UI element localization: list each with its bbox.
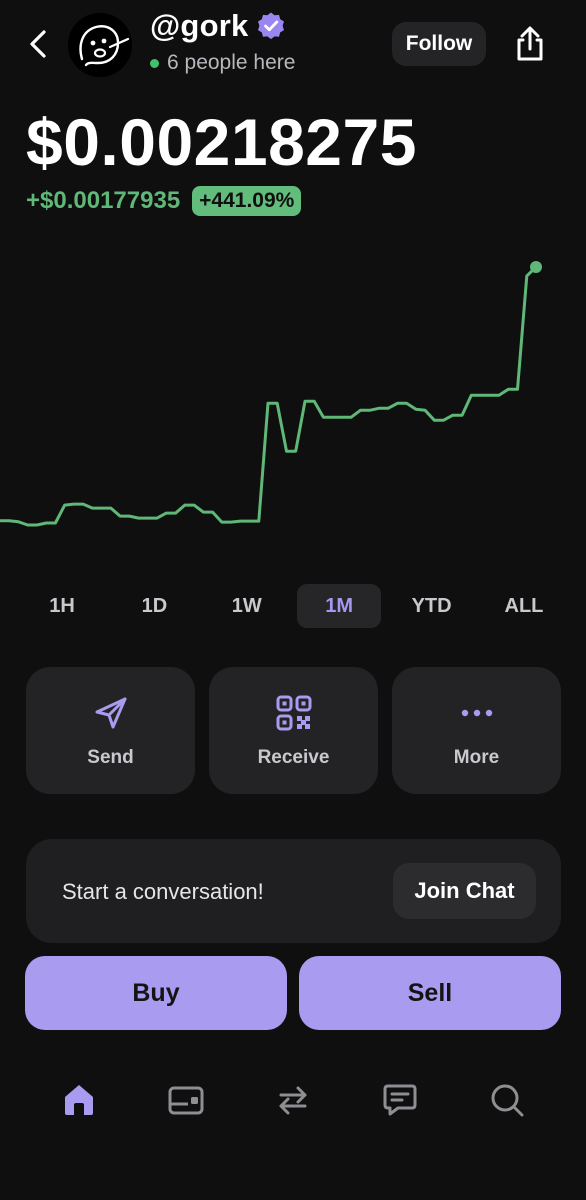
- send-button[interactable]: Send: [26, 667, 195, 794]
- presence-text: 6 people here: [167, 51, 296, 74]
- range-tab-ytd[interactable]: YTD: [390, 584, 474, 628]
- range-tab-1m[interactable]: 1M: [297, 584, 382, 628]
- chat-bubble-icon: [383, 1084, 417, 1116]
- trade-buttons: Buy Sell: [25, 956, 561, 1030]
- buy-button[interactable]: Buy: [25, 956, 287, 1030]
- share-button[interactable]: [508, 22, 552, 66]
- qr-code-icon: [276, 695, 311, 730]
- send-label: Send: [87, 746, 134, 768]
- tab-home[interactable]: [54, 1075, 104, 1125]
- sell-button[interactable]: Sell: [299, 956, 561, 1030]
- swap-arrows-icon: [279, 1086, 307, 1115]
- bottom-tab-bar: [0, 1075, 586, 1135]
- profile-header: @gork 6 people here Follow: [0, 0, 586, 90]
- tab-wallet[interactable]: [161, 1075, 211, 1125]
- tab-chat[interactable]: [375, 1075, 425, 1125]
- token-price: $0.00218275: [26, 105, 417, 179]
- join-chat-button[interactable]: Join Chat: [393, 863, 536, 919]
- tab-swap[interactable]: [268, 1075, 318, 1125]
- tab-search[interactable]: [482, 1075, 532, 1125]
- presence-indicator: 6 people here: [150, 51, 295, 75]
- current-price-point: [530, 261, 542, 273]
- action-buttons: Send Receive More: [26, 667, 561, 794]
- range-tab-1w[interactable]: 1W: [205, 584, 289, 628]
- more-label: More: [453, 746, 500, 768]
- home-icon: [65, 1085, 93, 1115]
- conversation-prompt: Start a conversation!: [62, 879, 264, 904]
- receive-button[interactable]: Receive: [209, 667, 378, 794]
- wallet-card-icon: [168, 1086, 204, 1115]
- range-tab-1d[interactable]: 1D: [112, 584, 196, 628]
- price-change-percent-badge: +441.09%: [192, 186, 302, 216]
- verified-badge-icon: [258, 12, 285, 40]
- avatar[interactable]: [68, 13, 132, 77]
- more-dots-icon: [461, 709, 492, 716]
- paper-plane-icon: [95, 697, 126, 728]
- back-button[interactable]: [22, 26, 54, 62]
- more-button[interactable]: More: [392, 667, 561, 794]
- sketch-face-avatar-icon: [68, 13, 132, 77]
- follow-button[interactable]: Follow: [392, 22, 486, 66]
- time-range-selector: 1H 1D 1W 1M YTD ALL: [20, 584, 566, 630]
- online-dot-icon: [150, 58, 159, 68]
- share-icon: [517, 26, 543, 61]
- range-tab-all[interactable]: ALL: [482, 584, 566, 628]
- back-chevron-icon: [30, 30, 46, 58]
- price-change-absolute: +$0.00177935: [26, 187, 181, 214]
- price-line-series: [0, 265, 538, 527]
- receive-label: Receive: [257, 746, 330, 768]
- range-tab-1h[interactable]: 1H: [20, 584, 104, 628]
- price-chart[interactable]: [0, 255, 586, 555]
- profile-handle: @gork: [150, 8, 249, 43]
- conversation-card: Start a conversation! Join Chat: [26, 839, 561, 943]
- price-change-row: +$0.00177935 +441.09%: [26, 186, 302, 216]
- handle-row: @gork: [150, 8, 286, 44]
- search-icon: [491, 1084, 524, 1117]
